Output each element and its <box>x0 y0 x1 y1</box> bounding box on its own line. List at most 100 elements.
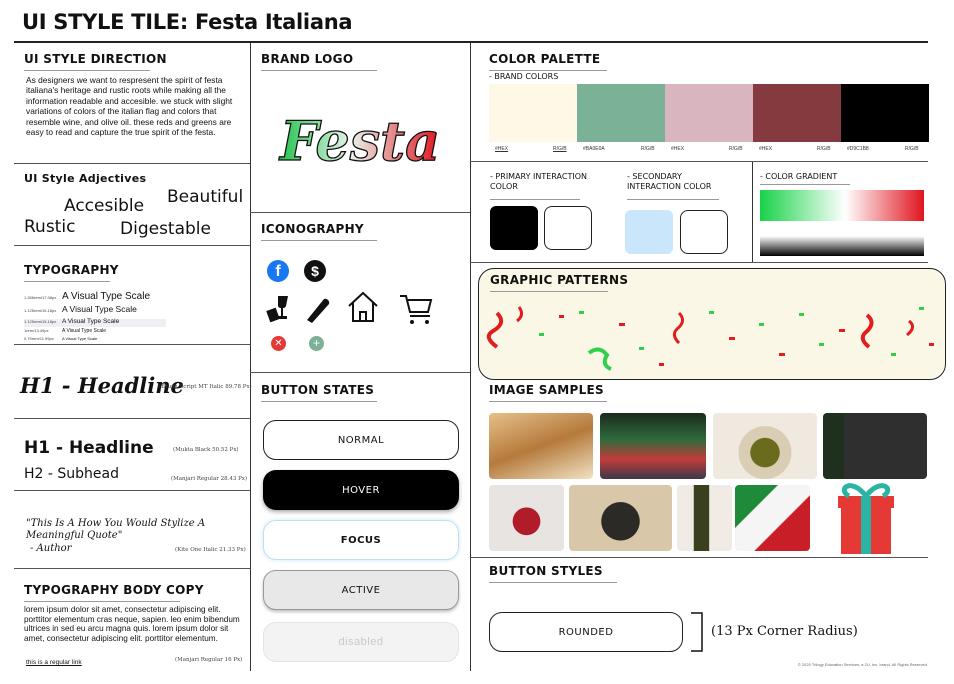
button-states-heading: BUTTON STATES <box>261 383 377 402</box>
adjectives-heading: UI Style Adjectives <box>24 172 147 185</box>
row-divider <box>14 344 250 345</box>
iconography-heading: ICONOGRAPHY <box>261 222 377 241</box>
adjective-accesible: Accesible <box>64 196 145 216</box>
disabled-button: disabled <box>263 622 459 662</box>
row-divider <box>14 568 250 569</box>
h1-sample: H1 - Headline <box>24 438 154 458</box>
confetti-pattern <box>486 306 934 371</box>
primary-outline-swatch <box>544 206 592 250</box>
oil-bottle-image <box>677 485 732 551</box>
label-underline <box>760 184 850 185</box>
home-icon[interactable] <box>346 290 380 324</box>
primary-interaction-label: - PRIMARY INTERACTION COLOR <box>490 172 587 191</box>
regular-link[interactable]: this is a regular link <box>26 659 82 666</box>
patterns-heading: GRAPHIC PATTERNS <box>490 273 628 292</box>
h1-note: (Mukta Black 50.52 Px) <box>173 447 239 453</box>
festa-flag-image <box>735 485 810 551</box>
swatch-rgb-label: R/G/B <box>553 146 567 152</box>
secondary-outline-swatch <box>680 210 728 254</box>
column-divider <box>470 43 471 671</box>
color-swatch <box>753 84 841 142</box>
swatch-rgb-label: R/G/B <box>641 146 655 152</box>
body-heading: TYPOGRAPHY BODY COPY <box>24 583 203 602</box>
facebook-icon[interactable]: f <box>267 260 289 282</box>
page-title: UI STYLE TILE: Festa Italiana <box>22 10 353 34</box>
row-divider <box>250 212 470 213</box>
radius-bracket <box>691 612 703 652</box>
color-swatch <box>665 84 753 142</box>
jam-jar-image <box>489 485 564 551</box>
button-styles-heading: BUTTON STYLES <box>489 564 617 583</box>
svg-text:Festa: Festa <box>278 109 440 173</box>
festa-logo: Festa <box>277 108 440 173</box>
h2-note: (Manjari Regular 28.43 Px) <box>171 476 248 482</box>
label-underline <box>627 199 719 200</box>
row-divider <box>14 418 250 419</box>
primary-color-swatch <box>490 206 538 250</box>
swatch-rgb-label: R/G/B <box>905 146 919 152</box>
row-divider <box>14 163 250 164</box>
adjective-rustic: Rustic <box>24 217 76 237</box>
scale-text: A Visual Type Scale <box>62 336 98 341</box>
swatch-hex-label: #BA0E0A <box>583 146 605 152</box>
swatch-rgb-label: R/G/B <box>729 146 743 152</box>
row-divider <box>250 372 470 373</box>
bread-icon[interactable] <box>304 294 330 324</box>
gradient-label: - COLOR GRADIENT <box>760 172 838 181</box>
color-swatch <box>841 84 929 142</box>
body-note: (Manjari Regular 16 Px) <box>175 657 243 663</box>
normal-button[interactable]: NORMAL <box>263 420 459 460</box>
secondary-interaction-label: - SECONDARY INTERACTION COLOR <box>627 172 712 191</box>
active-button[interactable]: ACTIVE <box>263 570 459 610</box>
row-divider <box>14 245 250 246</box>
h1-script-note: (Brush Script MT Italic 89.78 Px) <box>159 384 252 390</box>
swatch-hex-label: #HEX <box>759 146 773 152</box>
h2-sample: H2 - Subhead <box>24 466 119 482</box>
cannoli-image <box>489 413 593 479</box>
label-underline <box>490 199 580 200</box>
color-gradient-bar <box>760 190 924 221</box>
direction-text: As designers we want to respresent the s… <box>26 75 233 138</box>
wine-glass-icon[interactable] <box>266 294 292 324</box>
swatch-hex-label: #HEX <box>671 146 685 152</box>
column-divider <box>752 161 753 262</box>
row-divider <box>470 557 928 558</box>
focus-button[interactable]: FOCUS <box>263 520 459 560</box>
swatch-rgb-label: R/G/B <box>817 146 831 152</box>
image-samples-heading: IMAGE SAMPLES <box>489 383 607 402</box>
swatch-hex-label: #HEX <box>495 146 509 152</box>
row-divider <box>470 161 928 162</box>
add-icon[interactable]: + <box>309 336 324 351</box>
hover-button[interactable]: HOVER <box>263 470 459 510</box>
typography-heading: TYPOGRAPHY <box>24 263 118 282</box>
palette-heading: COLOR PALETTE <box>489 52 607 71</box>
adjective-beautiful: Beautiful <box>167 187 244 207</box>
rounded-button[interactable]: ROUNDED <box>489 612 683 652</box>
column-divider <box>250 43 251 671</box>
quote-note: (Kite One Italic 21.33 Px) <box>175 547 246 553</box>
secondary-color-swatch <box>625 210 673 254</box>
color-swatch <box>577 84 665 142</box>
gift-icon <box>838 483 894 554</box>
quote-text: "This Is A How You Would Stylize A Meani… <box>26 518 206 541</box>
wine-bottle-image <box>823 413 927 479</box>
adjective-digestable: Digestable <box>120 219 211 239</box>
type-scale: 1.266rem/17.08px A Visual Type Scale 1.12… <box>24 286 224 341</box>
color-swatch <box>489 84 577 142</box>
dollar-icon[interactable]: $ <box>304 260 326 282</box>
festival-crowd-image <box>600 413 706 479</box>
scale-label: 0.79rem/11.99px <box>24 336 54 341</box>
brand-colors-label: - BRAND COLORS <box>489 72 559 81</box>
footer-copyright: © 2020 Trilogy Education Services, a 2U,… <box>797 662 928 667</box>
close-icon[interactable]: ✕ <box>271 336 286 351</box>
swatch-hex-label: #D9C1B8 <box>847 146 869 152</box>
cart-icon[interactable] <box>398 292 434 326</box>
row-divider <box>470 262 928 263</box>
graphic-patterns-panel: GRAPHIC PATTERNS <box>478 268 946 380</box>
olive-jar-image <box>569 485 672 551</box>
radius-note: (13 Px Corner Radius) <box>711 624 858 639</box>
olives-image <box>713 413 817 479</box>
direction-heading: UI STYLE DIRECTION <box>24 52 167 71</box>
row-divider <box>14 490 250 491</box>
quote-author: - Author <box>30 543 72 554</box>
